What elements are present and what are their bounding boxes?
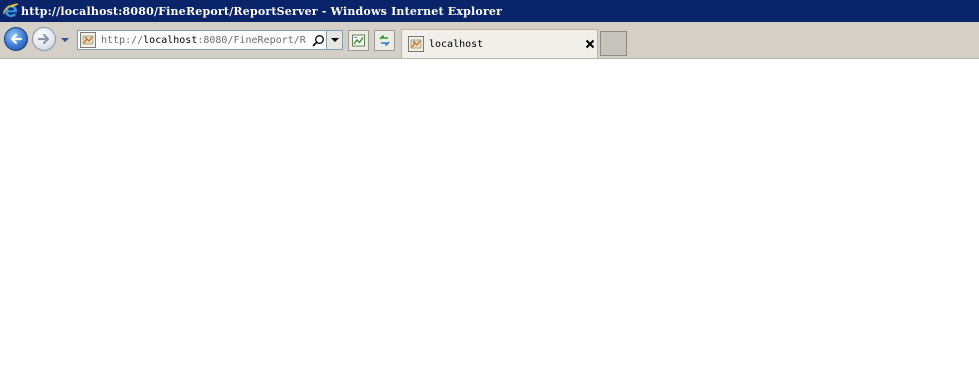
navigation-toolbar: http://localhost:8080/FineReport/R local…	[0, 22, 979, 59]
window-title: http://localhost:8080/FineReport/ReportS…	[21, 4, 503, 18]
page-favicon-icon	[408, 36, 424, 52]
close-icon[interactable]	[584, 38, 596, 50]
address-bar[interactable]: http://localhost:8080/FineReport/R	[77, 30, 343, 50]
search-icon[interactable]	[310, 32, 326, 48]
forward-button[interactable]	[32, 27, 56, 51]
chevron-down-icon	[61, 38, 69, 42]
back-arrow-icon	[10, 33, 23, 45]
page-content-area[interactable]	[0, 59, 979, 373]
address-url[interactable]: http://localhost:8080/FineReport/R	[101, 35, 307, 46]
browser-window: http://localhost:8080/FineReport/ReportS…	[0, 0, 979, 373]
compatibility-view-button[interactable]	[348, 30, 369, 51]
back-button[interactable]	[4, 27, 28, 51]
title-bar: http://localhost:8080/FineReport/ReportS…	[0, 0, 979, 22]
recent-pages-button[interactable]	[59, 34, 71, 46]
forward-arrow-icon	[37, 33, 50, 45]
compatibility-view-icon	[352, 34, 365, 47]
refresh-button[interactable]	[374, 30, 395, 51]
refresh-icon	[379, 35, 390, 46]
page-favicon-icon	[80, 32, 96, 48]
url-suffix: :8080/FineReport/R	[197, 34, 306, 46]
chevron-down-icon	[330, 38, 339, 42]
tab-localhost[interactable]: localhost	[401, 29, 598, 58]
url-prefix: http://	[101, 34, 144, 46]
ie-logo-icon	[2, 2, 20, 20]
tab-title: localhost	[429, 38, 484, 50]
new-tab-button[interactable]	[600, 31, 627, 56]
address-dropdown-button[interactable]	[326, 31, 342, 49]
url-host: localhost	[143, 34, 198, 46]
